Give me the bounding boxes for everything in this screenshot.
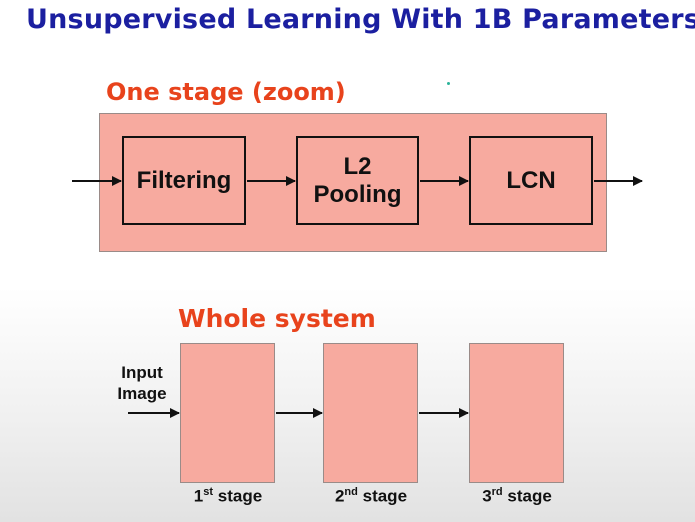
stray-dot	[447, 82, 450, 85]
connector-arrows	[72, 176, 643, 418]
